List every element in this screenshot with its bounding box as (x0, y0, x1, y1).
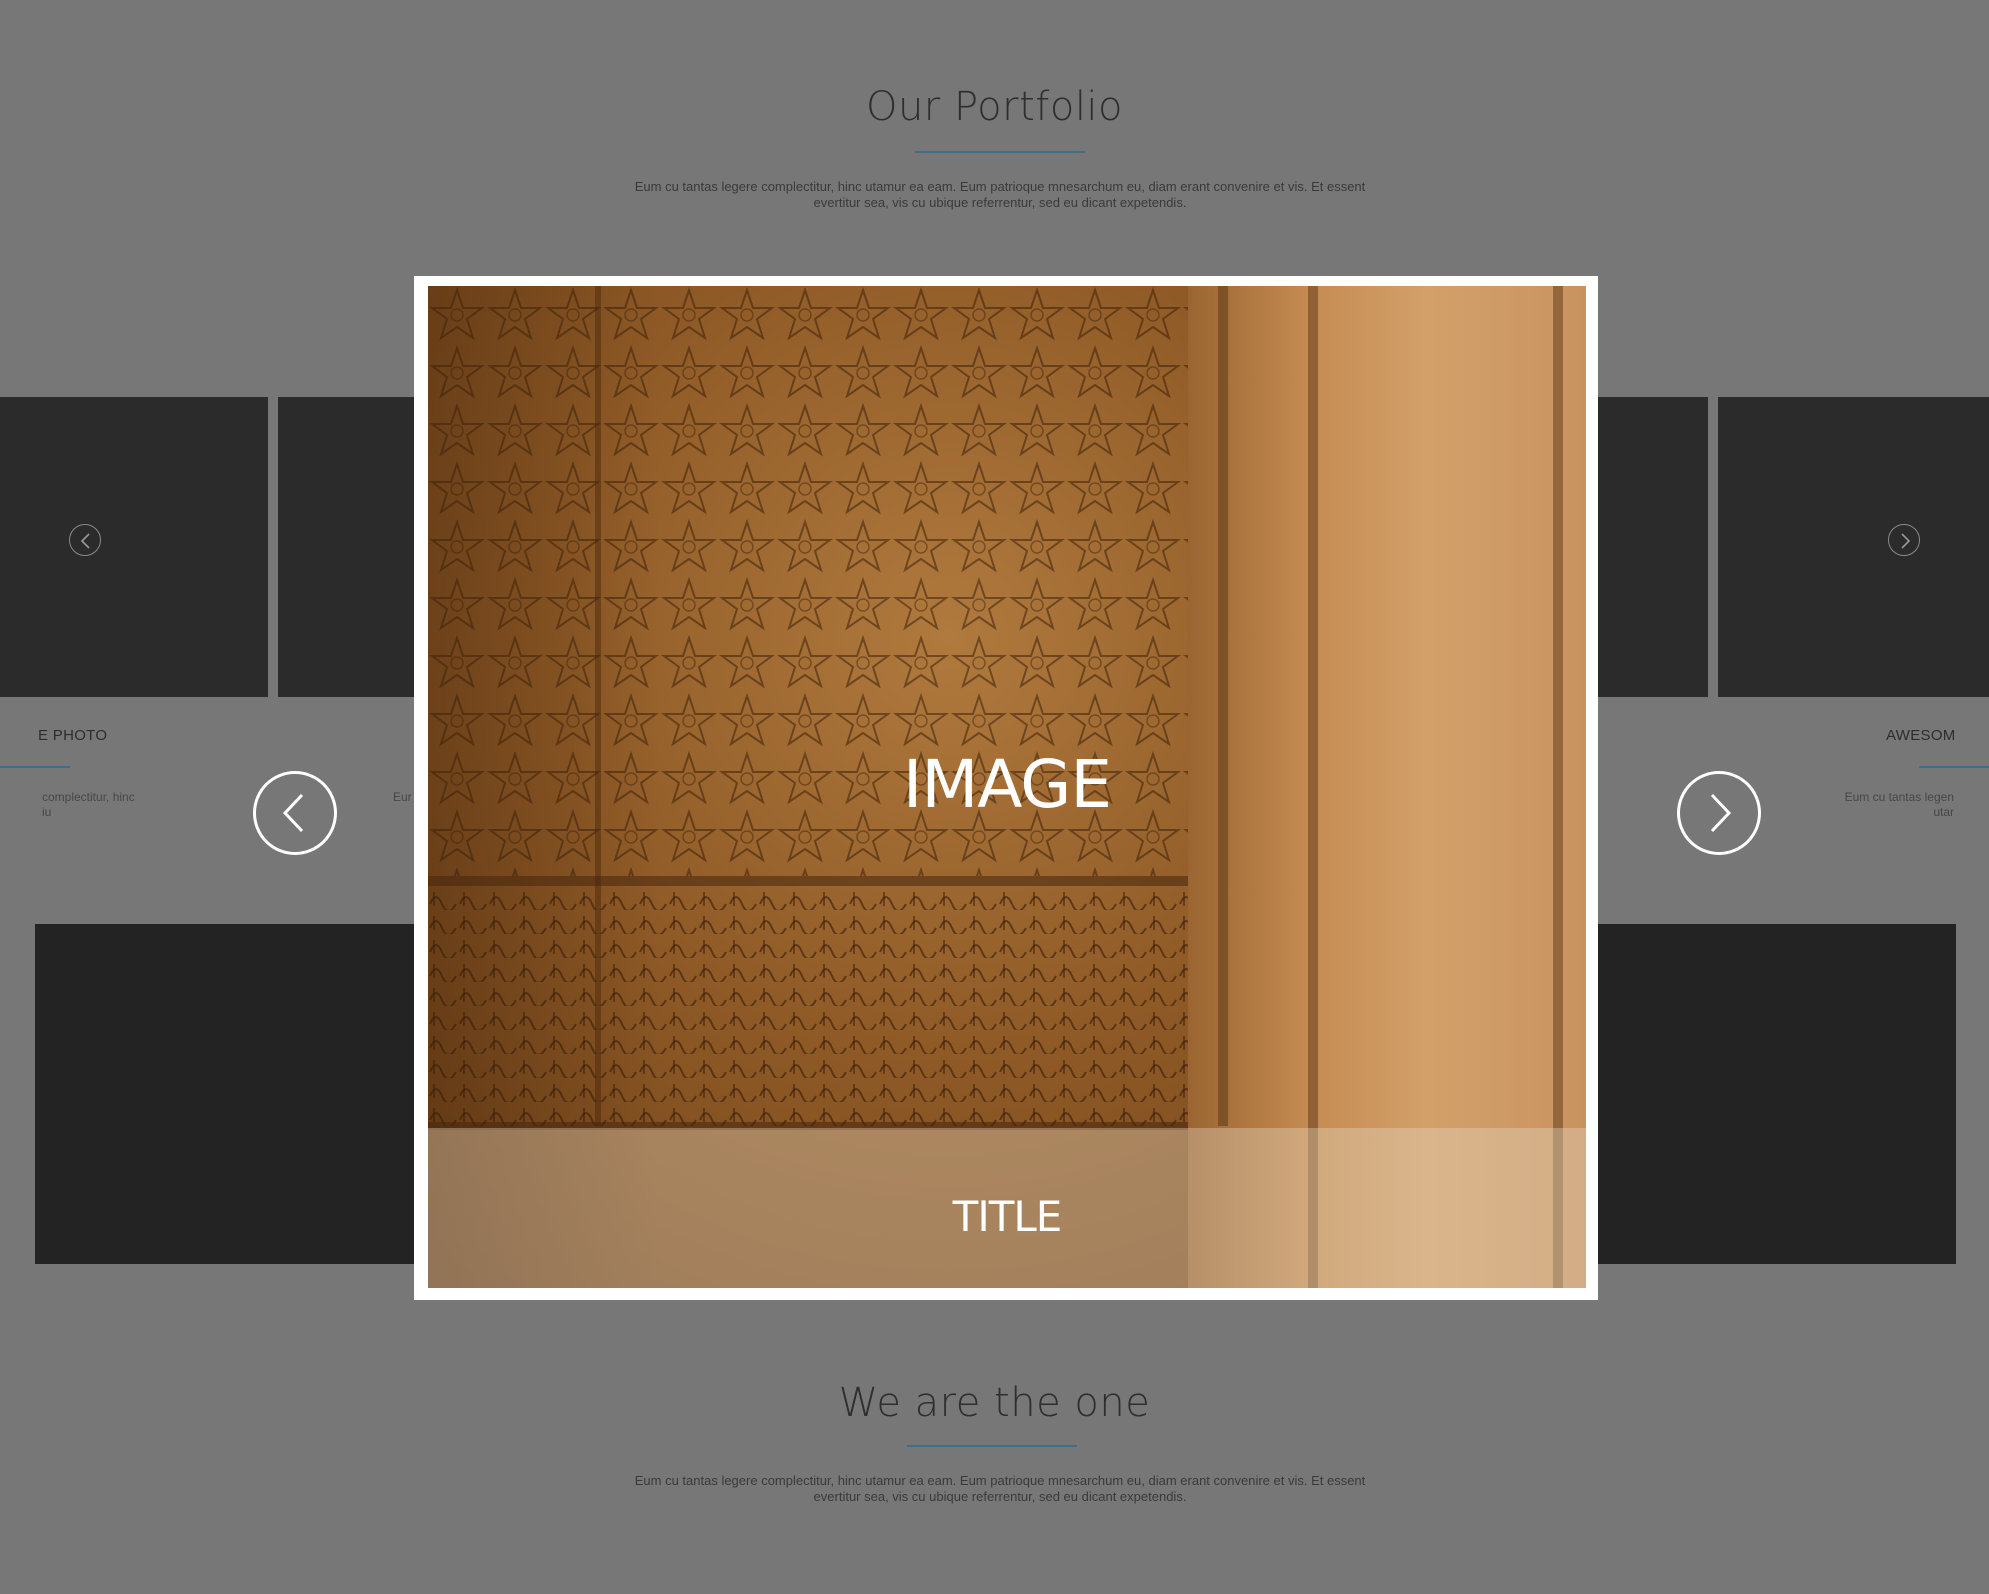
portfolio-tile[interactable] (0, 397, 268, 697)
tile-text-right: Eum cu tantas legen utar (1812, 790, 1954, 820)
tile-text-mid: Eur (393, 790, 412, 804)
about-description: Eum cu tantas legere complectitur, hinc … (620, 1473, 1380, 1505)
tile-caption-rule (0, 766, 70, 768)
tile-caption-left: E PHOTO (38, 727, 108, 744)
tile-prev-button[interactable] (69, 524, 101, 556)
portfolio-description: Eum cu tantas legere complectitur, hinc … (620, 179, 1380, 211)
portfolio-tile[interactable] (1718, 397, 1989, 697)
portfolio-tile[interactable] (1596, 397, 1708, 697)
tile-text-left: complectitur, hinc iu (42, 790, 135, 820)
tile-caption-right: AWESOM (1886, 727, 1956, 744)
about-heading-rule (907, 1445, 1077, 1447)
tile-text-line: iu (42, 805, 52, 819)
about-description-line: Eum cu tantas legere complectitur, hinc … (634, 1473, 1366, 1488)
portfolio-description-line: Eum cu tantas legere complectitur, hinc … (634, 179, 1366, 194)
ornament-band (428, 876, 1188, 886)
portfolio-tile[interactable] (35, 924, 418, 1264)
portfolio-tile[interactable] (278, 397, 418, 697)
chevron-left-icon (80, 533, 90, 549)
about-heading: We are the one (838, 1380, 1151, 1426)
portfolio-tile[interactable] (1596, 924, 1956, 1264)
tile-text-line: Eum cu tantas legen (1844, 790, 1954, 804)
portfolio-heading-rule (915, 151, 1085, 153)
lightbox: IMAGE TITLE (414, 276, 1598, 1300)
image-title: TITLE (952, 1192, 1063, 1241)
tile-text-line: utar (1933, 805, 1954, 819)
portfolio-heading: Our Portfolio (865, 84, 1124, 130)
tile-text-line: complectitur, hinc (42, 790, 135, 804)
lightbox-image[interactable]: IMAGE TITLE (428, 286, 1586, 1288)
page: Our Portfolio Eum cu tantas legere compl… (0, 0, 1989, 1594)
lightbox-next-button[interactable] (1677, 771, 1761, 855)
image-label: IMAGE (902, 746, 1112, 823)
portfolio-description-line: evertitur sea, vis cu ubique referrentur… (813, 195, 1187, 210)
tile-next-button[interactable] (1888, 524, 1920, 556)
chevron-left-icon (282, 793, 304, 833)
arch-column (1218, 286, 1228, 1126)
tile-caption-rule (1919, 766, 1989, 768)
chevron-right-icon (1710, 793, 1732, 833)
chevron-right-icon (1901, 533, 1911, 549)
about-description-line: evertitur sea, vis cu ubique referrentur… (813, 1489, 1187, 1504)
lightbox-prev-button[interactable] (253, 771, 337, 855)
